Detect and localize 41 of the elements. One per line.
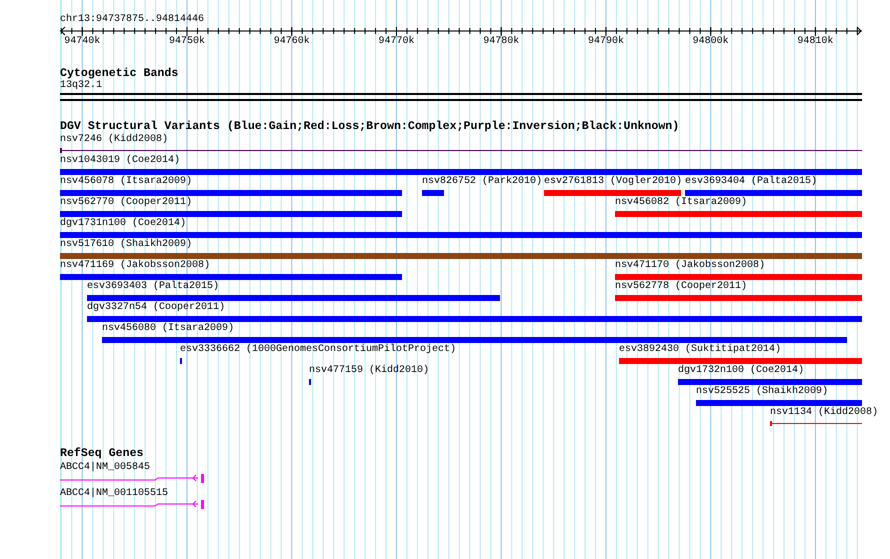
gene-model-drawing[interactable] [60, 500, 204, 509]
gene-label: ABCC4|NM_001105515 [60, 488, 168, 500]
gene-model-drawing[interactable] [60, 474, 204, 483]
feature-label: esv3892430 (Suktitipat2014) [619, 344, 782, 356]
feature-label: nsv471170 (Jakobsson2008) [615, 260, 766, 272]
feature-label: nsv826752 (Park2010) [422, 176, 542, 188]
feature-label: dgv1731n100 (Coe2014) [60, 218, 186, 230]
track-title: RefSeq Genes [60, 448, 144, 460]
feature-label: nsv471169 (Jakobsson2008) [60, 260, 210, 272]
tick-label: 94740k [64, 36, 100, 48]
feature-label: nsv562778 (Cooper2011) [615, 281, 748, 293]
track-title: Cytogenetic Bands [60, 68, 178, 80]
feature-label: nsv562770 (Cooper2011) [60, 197, 192, 209]
band-bar[interactable] [60, 93, 862, 101]
feature-label: nsv456082 (Itsara2009) [615, 197, 748, 209]
feature-label: nsv456080 (Itsara2009) [102, 323, 234, 335]
feature-label: dgv1732n100 (Coe2014) [678, 365, 804, 377]
feature-label: dgv3327n54 (Cooper2011) [87, 302, 226, 314]
tick-label: 94750k [168, 36, 205, 48]
tick-label: 94810k [797, 36, 834, 48]
feature-label: nsv517610 (Shaikh2009) [60, 239, 192, 251]
tick-label: 94780k [483, 36, 520, 48]
variant-bar[interactable] [309, 379, 312, 385]
feature-label: nsv1134 (Kidd2008) [770, 407, 878, 419]
feature-label: nsv525525 (Shaikh2009) [696, 386, 828, 398]
tick-label: 94790k [588, 36, 624, 48]
tick-label: 94800k [692, 36, 729, 48]
track-title: DGV Structural Variants (Blue:Gain;Red:Loss;Brown:Complex;Purple:Inversion;Black:Unknown) [60, 121, 680, 133]
region-label: chr13:94737875..94814446 [60, 14, 204, 26]
tick-label: 94760k [274, 36, 310, 48]
feature-label: nsv477159 (Kidd2010) [309, 365, 430, 377]
band-label: 13q32.1 [60, 80, 102, 92]
feature-label: esv2761813 (Vogler2010) [544, 176, 682, 188]
feature-label: nsv1043019 (Coe2014) [60, 155, 180, 167]
gene-label: ABCC4|NM_005845 [60, 462, 150, 474]
feature-label: nsv456078 (Itsara2009) [60, 176, 192, 188]
feature-label: nsv7246 (Kidd2008) [60, 134, 168, 146]
tick-label: 94770k [378, 36, 414, 48]
feature-label: esv3693403 (Palta2015) [87, 281, 220, 293]
feature-label: esv3336662 (1000GenomesConsortiumPilotProject) [180, 344, 456, 356]
feature-label: esv3693404 (Palta2015) [685, 176, 818, 188]
